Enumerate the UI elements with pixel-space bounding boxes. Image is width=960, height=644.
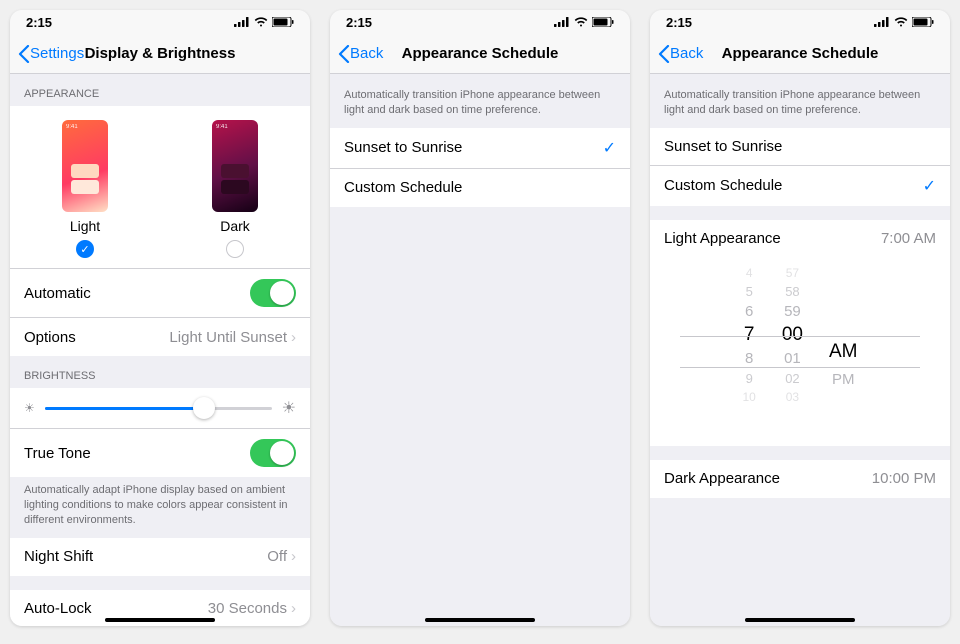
- sunset-to-sunrise-row[interactable]: Sunset to Sunrise ✓: [330, 128, 630, 169]
- content: Automatically transition iPhone appearan…: [330, 74, 630, 626]
- check-icon: ✓: [603, 138, 616, 158]
- brightness-slider[interactable]: [45, 407, 272, 410]
- content: Automatically transition iPhone appearan…: [650, 74, 950, 626]
- status-time: 2:15: [346, 15, 372, 30]
- battery-icon: [912, 17, 934, 27]
- check-icon: ✓: [923, 176, 936, 196]
- sun-small-icon: ☀: [24, 401, 35, 415]
- schedule-description: Automatically transition iPhone appearan…: [330, 74, 630, 128]
- back-button[interactable]: Back: [658, 45, 703, 63]
- content: APPEARANCE 9:41 Light 9:41 Dark: [10, 74, 310, 626]
- signal-icon: [874, 17, 890, 27]
- status-icons: [554, 17, 614, 27]
- chevron-right-icon: ›: [291, 600, 296, 617]
- back-label: Settings: [30, 45, 84, 62]
- appearance-picker: 9:41 Light 9:41 Dark: [10, 106, 310, 269]
- light-appearance-label: Light Appearance: [664, 230, 781, 247]
- true-tone-toggle[interactable]: [250, 439, 296, 467]
- brightness-header: BRIGHTNESS: [10, 356, 310, 388]
- dark-appearance-label: Dark Appearance: [664, 470, 780, 487]
- auto-lock-value: 30 Seconds: [208, 600, 287, 617]
- light-preview-icon: 9:41: [62, 120, 108, 212]
- custom-schedule-row[interactable]: Custom Schedule: [330, 169, 630, 207]
- sunset-label: Sunset to Sunrise: [344, 139, 462, 156]
- dark-appearance-time: 10:00 PM: [872, 470, 936, 487]
- chevron-left-icon: [18, 45, 30, 63]
- battery-icon: [272, 17, 294, 27]
- options-value: Light Until Sunset: [169, 329, 287, 346]
- home-indicator[interactable]: [105, 618, 215, 622]
- phone-schedule-sunset: 2:15 Back Appearance Schedule Automatica…: [330, 10, 630, 626]
- signal-icon: [234, 17, 250, 27]
- nav-bar: Back Appearance Schedule: [330, 34, 630, 74]
- sunset-to-sunrise-row[interactable]: Sunset to Sunrise: [650, 128, 950, 166]
- dark-preview-icon: 9:41: [212, 120, 258, 212]
- automatic-label: Automatic: [24, 285, 91, 302]
- nav-bar: Back Appearance Schedule: [650, 34, 950, 74]
- night-shift-value: Off: [267, 548, 287, 565]
- dark-label: Dark: [220, 218, 250, 234]
- chevron-left-icon: [338, 45, 350, 63]
- status-icons: [874, 17, 934, 27]
- home-indicator[interactable]: [745, 618, 855, 622]
- wifi-icon: [254, 17, 268, 27]
- automatic-toggle[interactable]: [250, 279, 296, 307]
- options-row[interactable]: Options Light Until Sunset ›: [10, 318, 310, 356]
- chevron-left-icon: [658, 45, 670, 63]
- brightness-slider-row: ☀ ☀: [10, 388, 310, 429]
- true-tone-footer: Automatically adapt iPhone display based…: [10, 477, 310, 538]
- sunset-label: Sunset to Sunrise: [664, 138, 782, 155]
- status-bar: 2:15: [10, 10, 310, 34]
- picker-ampm-column[interactable]: . . . AM PM . .: [829, 266, 858, 438]
- status-time: 2:15: [26, 15, 52, 30]
- light-appearance-row[interactable]: Light Appearance 7:00 AM: [650, 220, 950, 258]
- appearance-choice-dark[interactable]: 9:41 Dark: [212, 120, 258, 258]
- chevron-right-icon: ›: [291, 329, 296, 346]
- custom-label: Custom Schedule: [664, 177, 782, 194]
- sun-large-icon: ☀: [282, 398, 296, 418]
- wifi-icon: [894, 17, 908, 27]
- wifi-icon: [574, 17, 588, 27]
- back-button[interactable]: Back: [338, 45, 383, 63]
- time-picker[interactable]: 4 5 6 7 8 9 10 57 58 59 00 01 02 03 . . …: [650, 258, 950, 446]
- picker-minute-column[interactable]: 57 58 59 00 01 02 03: [782, 266, 803, 438]
- custom-schedule-row[interactable]: Custom Schedule ✓: [650, 166, 950, 206]
- chevron-right-icon: ›: [291, 548, 296, 565]
- phone-display-brightness: 2:15 Settings Display & Brightness APPEA…: [10, 10, 310, 626]
- status-bar: 2:15: [330, 10, 630, 34]
- radio-unselected-icon: [226, 240, 244, 258]
- light-appearance-time: 7:00 AM: [881, 230, 936, 247]
- night-shift-row[interactable]: Night Shift Off ›: [10, 538, 310, 576]
- schedule-description: Automatically transition iPhone appearan…: [650, 74, 950, 128]
- custom-label: Custom Schedule: [344, 179, 462, 196]
- picker-hour-column[interactable]: 4 5 6 7 8 9 10: [743, 266, 756, 438]
- appearance-header: APPEARANCE: [10, 74, 310, 106]
- back-button[interactable]: Settings: [18, 45, 84, 63]
- back-label: Back: [350, 45, 383, 62]
- auto-lock-label: Auto-Lock: [24, 600, 92, 617]
- true-tone-row: True Tone: [10, 429, 310, 477]
- battery-icon: [592, 17, 614, 27]
- light-label: Light: [70, 218, 100, 234]
- dark-appearance-row[interactable]: Dark Appearance 10:00 PM: [650, 460, 950, 498]
- signal-icon: [554, 17, 570, 27]
- home-indicator[interactable]: [425, 618, 535, 622]
- options-label: Options: [24, 329, 76, 346]
- night-shift-label: Night Shift: [24, 548, 93, 565]
- appearance-choice-light[interactable]: 9:41 Light: [62, 120, 108, 258]
- status-bar: 2:15: [650, 10, 950, 34]
- status-icons: [234, 17, 294, 27]
- back-label: Back: [670, 45, 703, 62]
- true-tone-label: True Tone: [24, 445, 91, 462]
- automatic-row: Automatic: [10, 269, 310, 318]
- radio-selected-icon: [76, 240, 94, 258]
- phone-schedule-custom: 2:15 Back Appearance Schedule Automatica…: [650, 10, 950, 626]
- status-time: 2:15: [666, 15, 692, 30]
- nav-bar: Settings Display & Brightness: [10, 34, 310, 74]
